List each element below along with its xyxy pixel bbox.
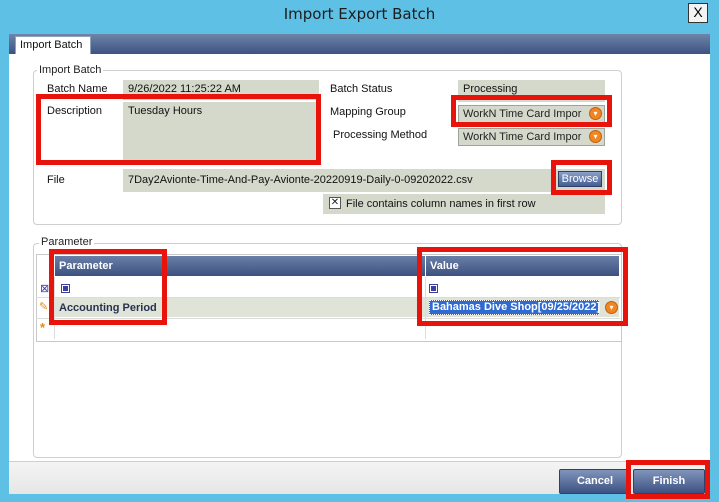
processing-method-label: Processing Method <box>333 129 428 141</box>
close-button[interactable]: X <box>688 3 708 23</box>
window-title: Import Export Batch <box>283 5 436 23</box>
description-field[interactable]: Tuesday Hours <box>123 102 319 164</box>
value-filter-cell[interactable] <box>429 284 438 293</box>
batch-status-field[interactable]: Processing <box>458 80 605 102</box>
file-label: File <box>47 174 65 186</box>
mapping-group-dropdown-icon[interactable]: ▾ <box>589 107 602 120</box>
dialog-body: Import Batch Import Batch Batch Name 9/2… <box>9 34 710 499</box>
file-field[interactable]: 7Day2Avionte-Time-And-Pay-Avionte-202209… <box>123 169 605 192</box>
grid-column-divider <box>425 277 426 339</box>
batch-name-field[interactable]: 9/26/2022 11:25:22 AM <box>123 80 319 100</box>
value-dropdown-icon[interactable]: ▾ <box>605 301 618 314</box>
parameter-cell: Accounting Period <box>59 302 157 314</box>
processing-method-dropdown-icon[interactable]: ▾ <box>589 130 602 143</box>
tab-strip: Import Batch <box>9 34 710 54</box>
mapping-group-value: WorkN Time Card Impor <box>463 108 582 120</box>
asterisk-icon: * <box>40 320 46 335</box>
title-bar: Import Export Batch X <box>0 0 719 30</box>
value-cell-editor[interactable]: Bahamas Dive Shop[09/25/2022] <box>429 300 601 315</box>
browse-button[interactable]: Browse <box>558 171 602 187</box>
value-column-header[interactable]: Value <box>426 256 619 276</box>
mapping-group-select[interactable]: WorkN Time Card Impor <box>458 105 605 123</box>
parameter-column-header[interactable]: Parameter <box>55 256 425 276</box>
finish-button[interactable]: Finish <box>633 469 705 494</box>
grid-column-divider <box>54 277 55 339</box>
parameter-group-label: Parameter <box>39 236 95 248</box>
cancel-button[interactable]: Cancel <box>559 469 631 494</box>
import-batch-group-label: Import Batch <box>37 64 104 76</box>
parameter-filter-cell[interactable] <box>61 284 70 293</box>
mapping-group-label: Mapping Group <box>330 106 406 118</box>
processing-method-value: WorkN Time Card Impor <box>463 131 582 143</box>
filter-icon[interactable]: ⊠ <box>40 282 49 295</box>
value-cell: Bahamas Dive Shop[09/25/2022] <box>432 301 601 313</box>
batch-status-label: Batch Status <box>330 83 393 95</box>
processing-method-select[interactable]: WorkN Time Card Impor <box>458 128 605 146</box>
tab-import-batch[interactable]: Import Batch <box>15 36 91 54</box>
pencil-icon: ✎ <box>39 301 49 313</box>
description-label: Description <box>47 105 103 117</box>
grid-row-divider <box>36 318 620 319</box>
header-row-checkbox-label: File contains column names in first row <box>346 198 536 210</box>
batch-name-label: Batch Name <box>47 83 108 95</box>
header-row-checkbox[interactable]: ✕ <box>329 197 341 209</box>
